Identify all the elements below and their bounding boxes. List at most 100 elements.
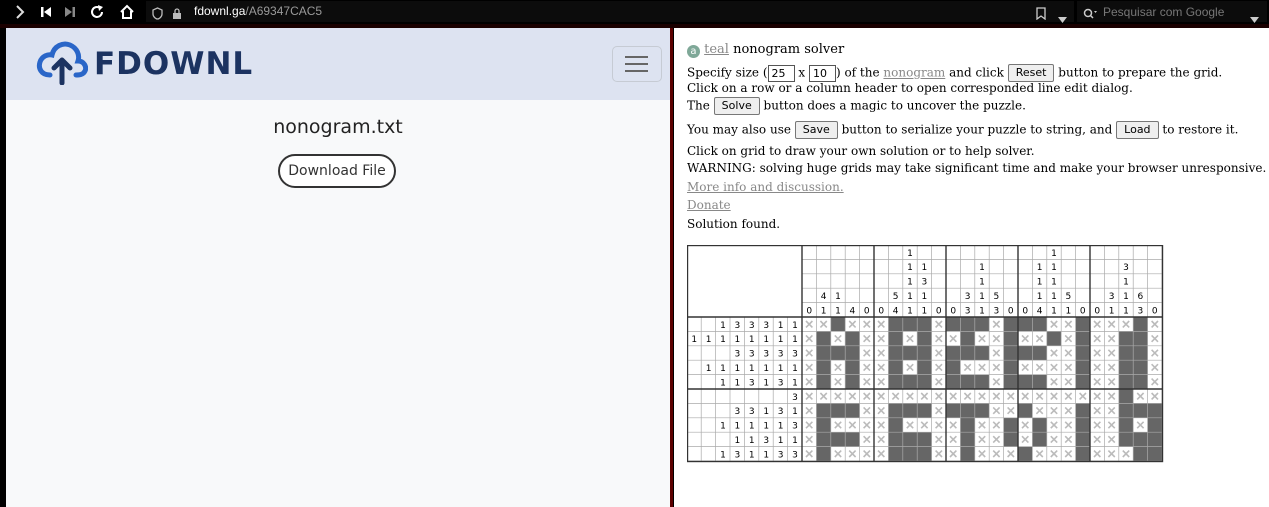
grid-cell-filled[interactable] [816, 374, 831, 389]
nonogram-link[interactable]: nonogram [883, 66, 945, 80]
column-clue[interactable]: 1 [1123, 278, 1129, 288]
grid-cell-filled[interactable] [960, 403, 975, 418]
row-clue[interactable]: 1 [763, 378, 769, 388]
column-clue[interactable]: 5 [1066, 292, 1072, 302]
column-clue[interactable]: 4 [821, 292, 827, 302]
row-clue[interactable]: 1 [792, 335, 798, 345]
grid-cell-filled[interactable] [1018, 317, 1033, 332]
column-clue[interactable]: 1 [907, 292, 913, 302]
download-file-button[interactable]: Download File [278, 154, 396, 188]
row-clue[interactable]: 1 [792, 378, 798, 388]
row-clue[interactable]: 1 [735, 364, 741, 374]
teal-link[interactable]: teal [704, 42, 729, 57]
row-clue[interactable]: 3 [778, 407, 784, 417]
grid-cell-filled[interactable] [888, 417, 903, 433]
grid-cell-filled[interactable] [845, 331, 860, 346]
grid-cell-filled[interactable] [816, 331, 831, 346]
row-clue[interactable]: 1 [720, 364, 726, 374]
grid-cell-filled[interactable] [960, 317, 975, 332]
column-clue[interactable]: 0 [1080, 306, 1086, 316]
column-clue[interactable]: 4 [893, 306, 899, 316]
grid-cell-filled[interactable] [1118, 403, 1134, 418]
reset-button[interactable]: Reset [1007, 64, 1055, 82]
row-clue[interactable]: 1 [749, 436, 755, 446]
grid-cell-filled[interactable] [816, 432, 831, 447]
grid-cell-filled[interactable] [1147, 446, 1162, 461]
grid-cell-filled[interactable] [1133, 403, 1148, 418]
row-clue[interactable]: 3 [778, 450, 784, 460]
row-clue[interactable]: 3 [778, 350, 784, 360]
column-clue[interactable]: 3 [1123, 263, 1129, 273]
grid-cell-filled[interactable] [917, 360, 932, 375]
column-clue[interactable]: 1 [1051, 249, 1057, 259]
grid-cell-filled[interactable] [1118, 389, 1134, 404]
column-clue[interactable]: 1 [1051, 306, 1057, 316]
grid-cell-filled[interactable] [902, 374, 918, 389]
column-clue[interactable]: 1 [1037, 278, 1043, 288]
column-clue[interactable]: 6 [1138, 292, 1144, 302]
grid-cell-filled[interactable] [1147, 403, 1162, 418]
row-clue[interactable]: 1 [720, 321, 726, 331]
row-clue[interactable]: 1 [720, 378, 726, 388]
grid-cell-filled[interactable] [1118, 417, 1134, 433]
row-clue[interactable]: 3 [778, 378, 784, 388]
forward-icon[interactable] [62, 3, 78, 21]
grid-cell-filled[interactable] [960, 331, 975, 346]
column-clue[interactable]: 0 [1022, 306, 1028, 316]
load-button[interactable]: Load [1116, 121, 1159, 139]
grid-cell-filled[interactable] [1003, 374, 1018, 389]
grid-cell-filled[interactable] [917, 317, 932, 332]
back-icon[interactable] [38, 3, 54, 21]
grid-cell-filled[interactable] [845, 345, 860, 361]
grid-cell-filled[interactable] [1118, 345, 1134, 361]
column-clue[interactable]: 1 [1123, 292, 1129, 302]
grid-cell-filled[interactable] [1147, 417, 1162, 433]
grid-cell-filled[interactable] [888, 446, 903, 461]
column-clue[interactable]: 1 [835, 306, 841, 316]
grid-cell-filled[interactable] [845, 403, 860, 418]
grid-cell-filled[interactable] [1133, 331, 1148, 346]
grid-cell-filled[interactable] [946, 345, 961, 361]
grid-cell-filled[interactable] [917, 403, 932, 418]
column-clue[interactable]: 1 [1123, 306, 1129, 316]
donate-link-text[interactable]: Donate [687, 198, 731, 212]
column-clue[interactable]: 1 [1066, 306, 1072, 316]
grid-cell-filled[interactable] [902, 403, 918, 418]
grid-cell-filled[interactable] [888, 432, 903, 447]
row-clue[interactable]: 1 [735, 422, 741, 432]
row-clue[interactable]: 1 [706, 364, 712, 374]
lock-icon[interactable] [172, 5, 182, 24]
column-clue[interactable]: 0 [864, 306, 870, 316]
row-clue[interactable]: 3 [749, 378, 755, 388]
column-clue[interactable]: 3 [965, 292, 971, 302]
row-clue[interactable]: 1 [720, 450, 726, 460]
grid-cell-filled[interactable] [816, 360, 831, 375]
column-clue[interactable]: 5 [893, 292, 899, 302]
grid-cell-filled[interactable] [1118, 331, 1134, 346]
grid-cell-filled[interactable] [917, 374, 932, 389]
row-clue[interactable]: 1 [778, 364, 784, 374]
row-clue[interactable]: 1 [763, 450, 769, 460]
grid-cell-filled[interactable] [1046, 331, 1062, 346]
column-clue[interactable]: 0 [1008, 306, 1014, 316]
grid-cell-filled[interactable] [1147, 432, 1162, 447]
column-clue[interactable]: 1 [907, 249, 913, 259]
grid-cell-filled[interactable] [946, 317, 961, 332]
grid-cell-filled[interactable] [845, 374, 860, 389]
grid-cell-filled[interactable] [1032, 317, 1047, 332]
grid-cell-filled[interactable] [1133, 374, 1148, 389]
row-clue[interactable]: 1 [792, 436, 798, 446]
grid-cell-filled[interactable] [1075, 360, 1090, 375]
grid-cell-filled[interactable] [974, 374, 990, 389]
solve-button[interactable]: Solve [713, 97, 760, 115]
grid-cell-filled[interactable] [888, 374, 903, 389]
column-clue[interactable]: 3 [965, 306, 971, 316]
grid-cell-filled[interactable] [946, 403, 961, 418]
column-clue[interactable]: 1 [1051, 263, 1057, 273]
row-clue[interactable]: 1 [778, 321, 784, 331]
row-clue[interactable]: 3 [792, 393, 798, 403]
grid-cell-filled[interactable] [1133, 360, 1148, 375]
sidebar-toggle-icon[interactable] [12, 3, 28, 21]
column-clue[interactable]: 1 [907, 278, 913, 288]
row-clue[interactable]: 3 [749, 321, 755, 331]
